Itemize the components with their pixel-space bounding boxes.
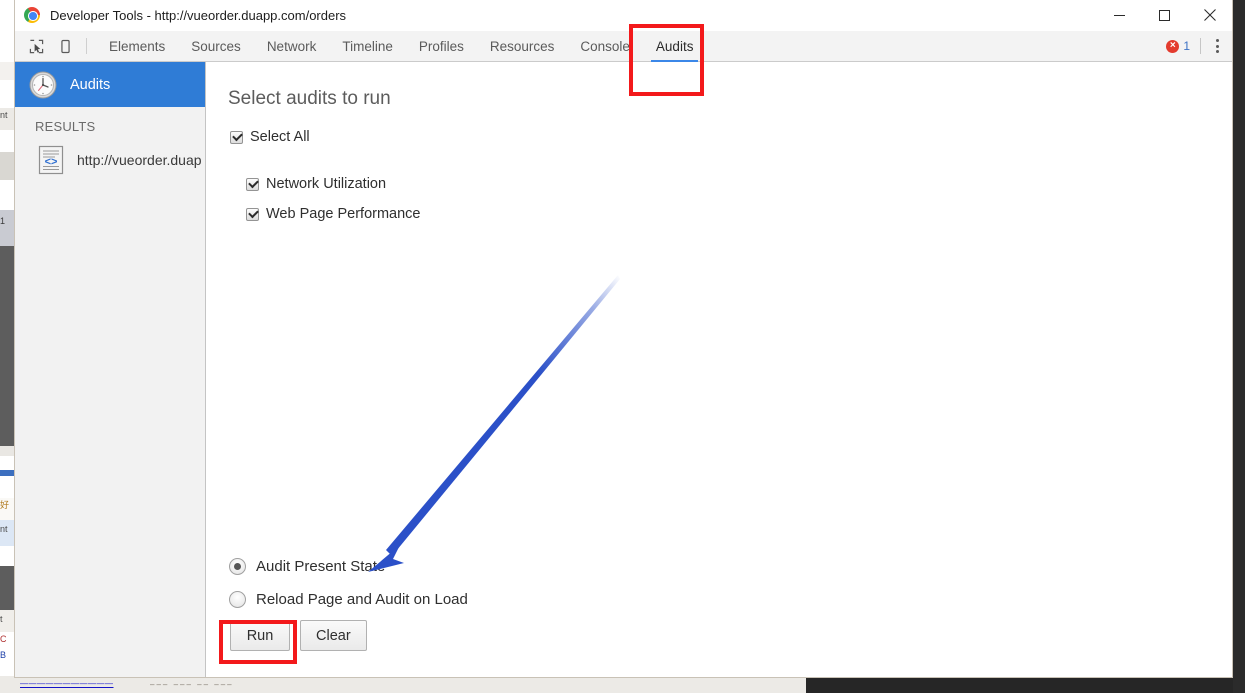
network-utilization-checkbox[interactable] bbox=[246, 177, 259, 191]
sidebar-item-audits[interactable]: Audits bbox=[15, 62, 205, 107]
tab-timeline[interactable]: Timeline bbox=[329, 31, 406, 61]
tab-network[interactable]: Network bbox=[254, 31, 330, 61]
dark-bottom-bar bbox=[806, 676, 1245, 693]
toolbar-right-section: × 1 bbox=[1166, 31, 1232, 61]
reload-and-audit-radio[interactable] bbox=[229, 591, 246, 608]
audits-main-panel: Select audits to run Select All Network … bbox=[206, 62, 1232, 677]
clock-icon bbox=[29, 71, 57, 99]
tab-audits[interactable]: Audits bbox=[643, 31, 707, 62]
close-button[interactable] bbox=[1187, 0, 1232, 31]
select-all-label: Select All bbox=[250, 129, 310, 145]
error-badge[interactable]: × 1 bbox=[1166, 39, 1190, 53]
audits-sidebar: Audits RESULTS <> http://vueorder.duap bbox=[15, 62, 206, 677]
background-link: ——————————— bbox=[20, 679, 114, 688]
page-title: Select audits to run bbox=[228, 88, 391, 109]
checkbox-row-web-page-performance[interactable]: Web Page Performance bbox=[246, 206, 420, 222]
run-button[interactable]: Run bbox=[230, 620, 290, 651]
tab-console[interactable]: Console bbox=[567, 31, 643, 61]
checkbox-row-select-all[interactable]: Select All bbox=[230, 129, 310, 145]
minimize-button[interactable] bbox=[1097, 0, 1142, 31]
error-count: 1 bbox=[1183, 39, 1190, 53]
checkbox-row-network-utilization[interactable]: Network Utilization bbox=[246, 176, 386, 192]
tab-profiles[interactable]: Profiles bbox=[406, 31, 477, 61]
document-code-icon: <> bbox=[37, 145, 65, 175]
devtools-body: Audits RESULTS <> http://vueorder.duap S… bbox=[15, 62, 1232, 677]
devtools-window: Developer Tools - http://vueorder.duapp.… bbox=[14, 0, 1233, 678]
toolbar-separator bbox=[86, 38, 87, 54]
sidebar-item-label: Audits bbox=[70, 76, 111, 93]
devtools-tabs: Elements Sources Network Timeline Profil… bbox=[96, 31, 707, 62]
radio-row-reload-and-audit[interactable]: Reload Page and Audit on Load bbox=[229, 591, 468, 608]
tab-elements[interactable]: Elements bbox=[96, 31, 178, 61]
select-all-checkbox[interactable] bbox=[230, 130, 243, 144]
background-text-fragments: ––– ––– –– ––– bbox=[150, 680, 234, 689]
audit-present-state-label: Audit Present State bbox=[256, 558, 386, 575]
device-toolbar-icon[interactable] bbox=[51, 31, 80, 61]
results-header: RESULTS bbox=[35, 119, 96, 134]
background-page-sliver: nt 1 好 nt t C B bbox=[0, 0, 14, 693]
radio-row-audit-present-state[interactable]: Audit Present State bbox=[229, 558, 385, 575]
kebab-menu-icon[interactable] bbox=[1211, 39, 1224, 53]
error-icon: × bbox=[1166, 39, 1180, 53]
action-button-row: Run Clear bbox=[230, 620, 367, 651]
clear-button[interactable]: Clear bbox=[300, 620, 367, 651]
toolbar-separator-2 bbox=[1200, 38, 1201, 54]
inspect-element-icon[interactable] bbox=[22, 31, 51, 61]
bg-fragment: t bbox=[0, 614, 3, 624]
network-utilization-label: Network Utilization bbox=[266, 176, 387, 192]
maximize-button[interactable] bbox=[1142, 0, 1187, 31]
screen-root: nt 1 好 nt t C B ——————————— ––– ––– –– –… bbox=[0, 0, 1245, 693]
web-page-performance-checkbox[interactable] bbox=[246, 207, 259, 221]
devtools-toolbar: Elements Sources Network Timeline Profil… bbox=[15, 31, 1232, 62]
bg-fragment: nt bbox=[0, 524, 8, 534]
web-page-performance-label: Web Page Performance bbox=[266, 206, 421, 222]
title-bar: Developer Tools - http://vueorder.duapp.… bbox=[15, 0, 1232, 31]
reload-and-audit-label: Reload Page and Audit on Load bbox=[256, 591, 468, 608]
result-item-label: http://vueorder.duap bbox=[77, 152, 202, 168]
list-item[interactable]: <> http://vueorder.duap bbox=[15, 134, 205, 175]
dark-right-edge bbox=[1233, 0, 1245, 693]
chrome-logo-icon bbox=[24, 7, 40, 23]
tab-sources[interactable]: Sources bbox=[178, 31, 254, 61]
window-controls bbox=[1097, 0, 1232, 31]
bg-fragment: 好 bbox=[0, 500, 10, 510]
svg-text:<>: <> bbox=[45, 156, 58, 168]
bg-fragment: B bbox=[0, 650, 7, 660]
audit-present-state-radio[interactable] bbox=[229, 558, 246, 575]
bg-fragment: C bbox=[0, 634, 7, 644]
window-title: Developer Tools - http://vueorder.duapp.… bbox=[50, 7, 347, 23]
tab-resources[interactable]: Resources bbox=[477, 31, 568, 61]
bg-fragment: 1 bbox=[0, 216, 6, 226]
bg-fragment: nt bbox=[0, 110, 8, 120]
